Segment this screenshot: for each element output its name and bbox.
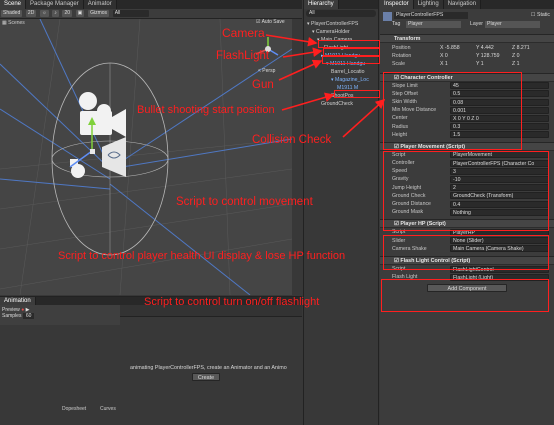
annotation-flashlight: FlashLight <box>216 50 270 62</box>
annotation-health: Script to control player health UI displ… <box>58 250 346 262</box>
annotation-collision: Collision Check <box>252 134 332 146</box>
annotation-gun: Gun <box>252 79 274 91</box>
annotation-movement: Script to control movement <box>176 196 313 208</box>
annotation-bullet: Bullet shooting start position <box>137 104 275 116</box>
annotation-flashlight-script: Script to control turn on/off flashlight <box>144 296 320 308</box>
annotation-camera: Camera <box>222 26 265 40</box>
annotation-arrows <box>265 34 386 138</box>
